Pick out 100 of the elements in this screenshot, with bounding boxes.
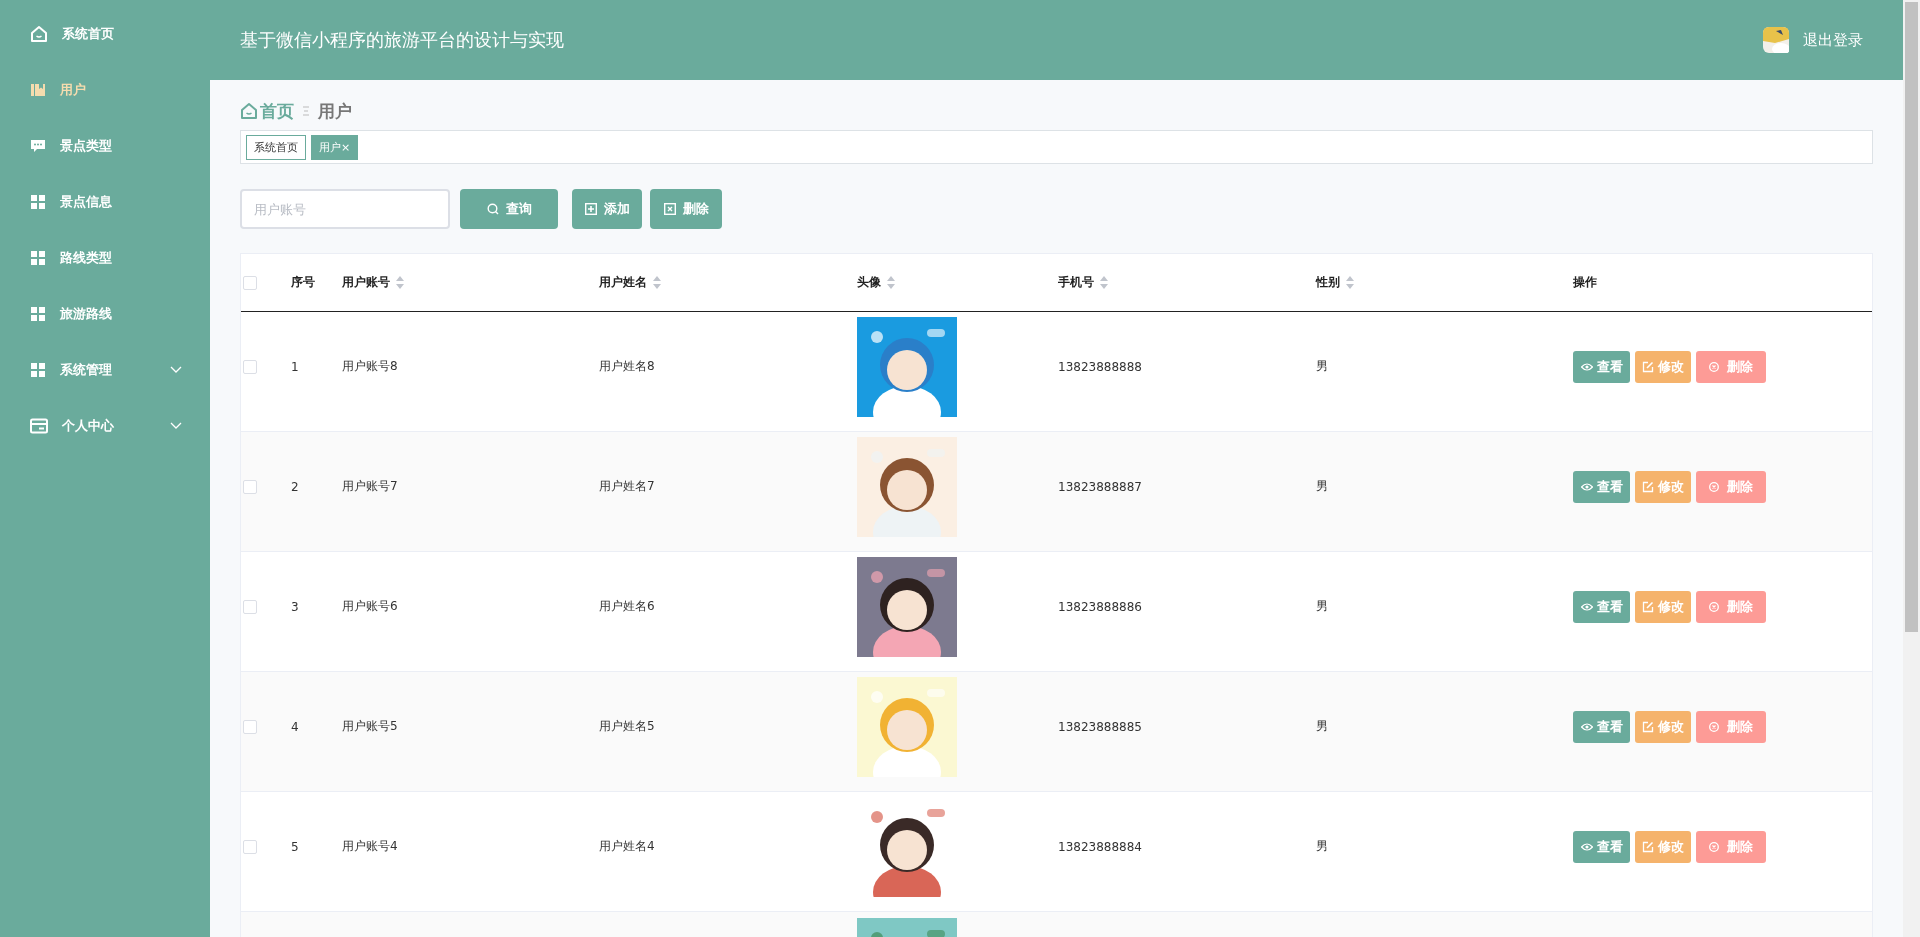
card-icon [30, 418, 48, 434]
edit-icon [1642, 480, 1654, 493]
sort-icon[interactable] [1100, 276, 1108, 289]
chat-icon [30, 138, 46, 154]
tab[interactable]: 系统首页 [246, 134, 306, 160]
table-cell-text: 男 [1316, 478, 1329, 496]
scrollbar[interactable] [1903, 0, 1920, 937]
plus-square-icon [584, 203, 597, 215]
sort-icon[interactable] [1346, 276, 1354, 289]
delete-button[interactable]: 删除 [1696, 830, 1766, 863]
eye-icon [1580, 602, 1593, 611]
column-header: 操作 [1573, 274, 1597, 291]
eye-icon [1580, 842, 1593, 851]
table-cell-text: 用户姓名6 [599, 598, 656, 616]
table-cell-text: 2 [291, 479, 300, 494]
table-cell-text: 4 [291, 719, 300, 734]
sidebar-item[interactable]: 系统管理 [0, 342, 210, 398]
view-button[interactable]: 查看 [1573, 830, 1630, 863]
row-checkbox[interactable] [243, 839, 257, 854]
table-cell-text: 用户账号8 [342, 358, 399, 376]
sidebar-item[interactable]: 路线类型 [0, 230, 210, 286]
sidebar-item[interactable]: 系统首页 [0, 6, 210, 62]
edit-icon [1642, 720, 1654, 733]
table-cell-text: 13823888887 [1058, 479, 1143, 494]
sort-icon[interactable] [396, 276, 404, 289]
book-icon [30, 82, 46, 98]
column-header[interactable]: 用户账号 [342, 274, 404, 291]
breadcrumb-item[interactable]: 首页 [260, 99, 294, 123]
sidebar-item[interactable]: 用户 [0, 62, 210, 118]
grid-icon [30, 250, 46, 266]
column-header[interactable]: 头像 [857, 274, 895, 291]
delete-button[interactable]: 删除 [1696, 470, 1766, 503]
view-button[interactable]: 查看 [1573, 590, 1630, 623]
delete-button[interactable]: 删除 [1696, 590, 1766, 623]
table-cell-text: 用户账号5 [342, 718, 399, 736]
search-icon [486, 203, 499, 215]
eye-icon [1580, 482, 1593, 491]
table-cell-text: 5 [291, 839, 300, 854]
edit-button[interactable]: 修改 [1635, 830, 1691, 863]
column-header: 序号 [291, 274, 315, 291]
table-cell-text: 用户账号7 [342, 478, 399, 496]
eye-icon [1580, 362, 1593, 371]
view-button[interactable]: 查看 [1573, 350, 1630, 383]
grid-icon [30, 194, 46, 210]
table-cell-text: 1 [291, 359, 300, 374]
table-cell-text: 3 [291, 599, 300, 614]
table-cell-text: 男 [1316, 598, 1329, 616]
chevron-down-icon [170, 366, 182, 374]
table-cell-text: 用户姓名4 [599, 838, 656, 856]
table-cell-text: 男 [1316, 718, 1329, 736]
table-cell-text: 用户姓名5 [599, 718, 656, 736]
delete-button[interactable]: 删除 [1696, 710, 1766, 743]
table-cell-text: 13823888886 [1058, 599, 1143, 614]
edit-icon [1642, 600, 1654, 613]
add-button[interactable]: 添加 [572, 189, 642, 229]
tab[interactable]: 用户× [311, 134, 359, 160]
logout-link[interactable]: 退出登录 [1803, 30, 1863, 50]
row-checkbox[interactable] [243, 599, 257, 614]
sidebar-item[interactable]: 个人中心 [0, 398, 210, 454]
grid-icon [30, 306, 46, 322]
table-cell-text: 用户账号4 [342, 838, 399, 856]
sort-icon[interactable] [887, 276, 895, 289]
edit-icon [1642, 840, 1654, 853]
sort-icon[interactable] [653, 276, 661, 289]
table-cell-text: 用户姓名8 [599, 358, 656, 376]
edit-icon [1642, 360, 1654, 373]
separator-icon [302, 106, 310, 116]
delete-button[interactable]: 删除 [1696, 350, 1766, 383]
delete-button[interactable]: 删除 [650, 189, 722, 229]
eye-icon [1580, 722, 1593, 731]
view-button[interactable]: 查看 [1573, 470, 1630, 503]
edit-button[interactable]: 修改 [1635, 470, 1691, 503]
column-header[interactable]: 用户姓名 [599, 274, 661, 291]
select-all-checkbox[interactable] [243, 275, 257, 290]
sidebar-item[interactable]: 旅游路线 [0, 286, 210, 342]
table-cell-text: 用户账号6 [342, 598, 399, 616]
row-checkbox[interactable] [243, 719, 257, 734]
search-field[interactable]: 用户账号 [240, 189, 450, 229]
row-checkbox[interactable] [243, 359, 257, 374]
home-icon [30, 25, 48, 43]
sidebar-item[interactable]: 景点类型 [0, 118, 210, 174]
table-cell-text: 男 [1316, 358, 1329, 376]
edit-button[interactable]: 修改 [1635, 710, 1691, 743]
table-cell-text: 13823888884 [1058, 839, 1143, 854]
chevron-down-icon [170, 422, 182, 430]
sidebar-item[interactable]: 景点信息 [0, 174, 210, 230]
table-cell-text: 13823888888 [1058, 359, 1143, 374]
edit-button[interactable]: 修改 [1635, 590, 1691, 623]
grid-icon [30, 362, 46, 378]
breadcrumb-item: 用户 [318, 99, 352, 123]
table-cell-text: 用户姓名7 [599, 478, 656, 496]
column-header[interactable]: 手机号 [1058, 274, 1108, 291]
column-header[interactable]: 性别 [1316, 274, 1354, 291]
app-title: 基于微信小程序的旅游平台的设计与实现 [240, 28, 565, 52]
x-square-icon [663, 203, 676, 215]
view-button[interactable]: 查看 [1573, 710, 1630, 743]
table-cell-text: 13823888885 [1058, 719, 1143, 734]
search-button[interactable]: 查询 [460, 189, 558, 229]
row-checkbox[interactable] [243, 479, 257, 494]
edit-button[interactable]: 修改 [1635, 350, 1691, 383]
